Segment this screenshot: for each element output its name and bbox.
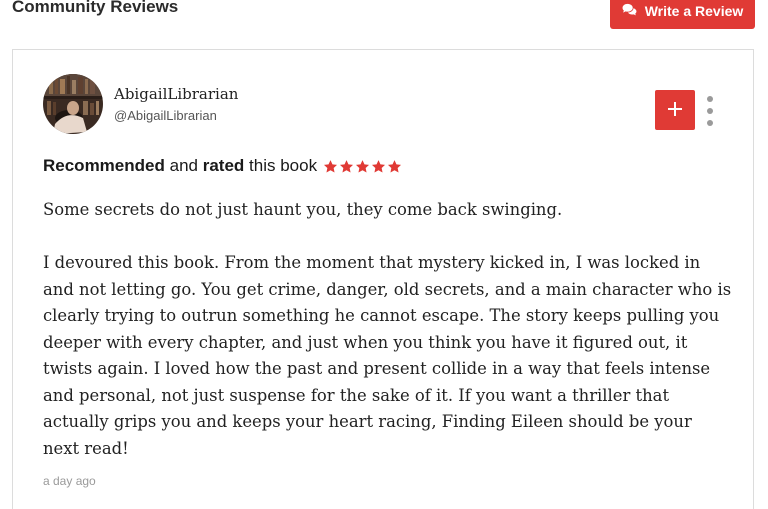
star-icon	[388, 159, 402, 172]
plus-icon	[667, 101, 683, 120]
avatar[interactable]	[43, 74, 103, 134]
verdict-rated: rated	[202, 156, 245, 175]
more-options-icon[interactable]	[704, 96, 716, 126]
write-review-label: Write a Review	[644, 3, 744, 19]
star-rating	[323, 159, 402, 174]
write-review-button[interactable]: Write a Review	[610, 0, 755, 29]
star-icon	[356, 159, 370, 172]
verdict-and: and	[169, 156, 198, 175]
review-timestamp[interactable]: a day ago	[43, 474, 96, 488]
section-title: Community Reviews	[12, 0, 179, 16]
star-icon	[372, 159, 386, 172]
verdict-recommended: Recommended	[43, 156, 165, 175]
review-paragraph: Some secrets do not just haunt you, they…	[43, 200, 563, 219]
star-icon	[340, 159, 354, 172]
comments-icon	[622, 3, 637, 19]
star-icon	[324, 159, 338, 172]
follow-button[interactable]	[655, 90, 695, 130]
review-body: Some secrets do not just haunt you, they…	[43, 197, 733, 462]
verdict-this-book: this book	[249, 156, 318, 175]
reviewer-handle: @AbigailLibrarian	[114, 108, 217, 123]
review-verdict: Recommended and rated this book	[43, 155, 402, 177]
review-paragraph: I devoured this book. From the moment th…	[43, 253, 732, 458]
reviewer-name[interactable]: AbigailLibrarian	[114, 85, 238, 103]
